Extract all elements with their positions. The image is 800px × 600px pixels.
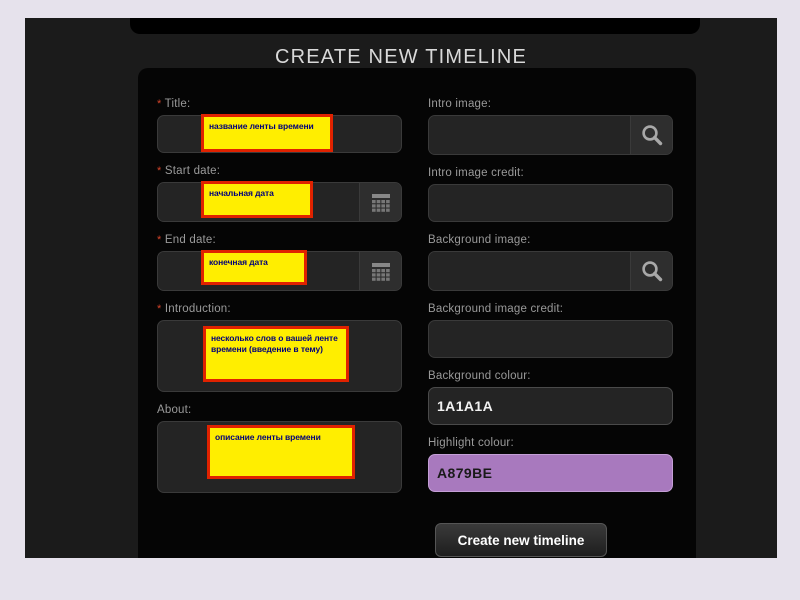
create-new-timeline-button[interactable]: Create new timeline	[435, 523, 607, 557]
label-intro-image: Intro image:	[428, 98, 492, 110]
annotation-end-date: конечная дата	[201, 250, 307, 285]
field-about: About: описание ленты времени	[157, 404, 402, 493]
calendar-icon	[371, 193, 391, 212]
field-end-date: * End date: конечная дата	[157, 234, 402, 291]
field-start-date: * Start date: начальная дата	[157, 165, 402, 222]
calendar-icon	[371, 262, 391, 281]
field-introduction: * Introduction: несколько слов о вашей л…	[157, 303, 402, 392]
calendar-picker-button-end-date[interactable]	[359, 252, 401, 290]
label-background-image: Background image:	[428, 234, 531, 246]
label-end-date: * End date:	[157, 234, 402, 246]
top-decorative-strip	[130, 18, 700, 34]
search-icon	[640, 259, 664, 283]
input-row-background-image	[428, 251, 673, 291]
annotation-title: название ленты времени	[201, 114, 333, 152]
required-asterisk-start-date: *	[157, 165, 162, 177]
input-background-image[interactable]	[429, 252, 630, 290]
input-intro-image[interactable]	[429, 116, 630, 154]
field-intro-image-credit: Intro image credit:	[428, 167, 673, 222]
page-title: CREATE NEW TIMELINE	[274, 46, 528, 68]
label-title: * Title:	[157, 98, 402, 110]
label-intro-image-credit: Intro image credit:	[428, 167, 524, 179]
label-about: About:	[157, 404, 402, 416]
label-background-image-credit: Background image credit:	[428, 303, 564, 315]
label-start-date-text: Start date:	[164, 165, 221, 177]
browse-button-background-image[interactable]	[630, 252, 672, 290]
input-background-image-credit[interactable]	[428, 320, 673, 358]
field-intro-image: Intro image:	[428, 98, 673, 155]
label-introduction: * Introduction:	[157, 303, 402, 315]
label-about-text: About:	[157, 404, 192, 416]
input-row-intro-image	[428, 115, 673, 155]
page-container: CREATE NEW TIMELINE * Title: название ле…	[25, 18, 777, 558]
label-title-text: Title:	[164, 98, 191, 110]
label-end-date-text: End date:	[164, 234, 216, 246]
field-background-image: Background image:	[428, 234, 673, 291]
label-introduction-text: Introduction:	[164, 303, 231, 315]
input-intro-image-credit[interactable]	[428, 184, 673, 222]
label-background-colour: Background colour:	[428, 370, 531, 382]
annotation-introduction: несколько слов о вашей ленте времени (вв…	[203, 326, 349, 382]
label-highlight-colour: Highlight colour:	[428, 437, 514, 449]
field-title: * Title: название ленты времени	[157, 98, 402, 153]
field-highlight-colour: Highlight colour: A879BE	[428, 437, 673, 492]
label-start-date: * Start date:	[157, 165, 402, 177]
required-asterisk-introduction: *	[157, 303, 162, 315]
search-icon	[640, 123, 664, 147]
input-background-colour[interactable]: 1A1A1A	[428, 387, 673, 425]
form-left-column: * Title: название ленты времени * Start …	[157, 98, 402, 505]
required-asterisk-end-date: *	[157, 234, 162, 246]
annotation-start-date: начальная дата	[201, 181, 313, 218]
field-background-image-credit: Background image credit:	[428, 303, 673, 358]
calendar-picker-button-start-date[interactable]	[359, 183, 401, 221]
browse-button-intro-image[interactable]	[630, 116, 672, 154]
field-background-colour: Background colour: 1A1A1A	[428, 370, 673, 425]
input-highlight-colour[interactable]: A879BE	[428, 454, 673, 492]
required-asterisk-title: *	[157, 98, 162, 110]
annotation-about: описание ленты времени	[207, 425, 355, 479]
create-timeline-form: * Title: название ленты времени * Start …	[138, 68, 696, 558]
form-right-column: Intro image: Intro image credit: Backgro…	[428, 98, 673, 504]
